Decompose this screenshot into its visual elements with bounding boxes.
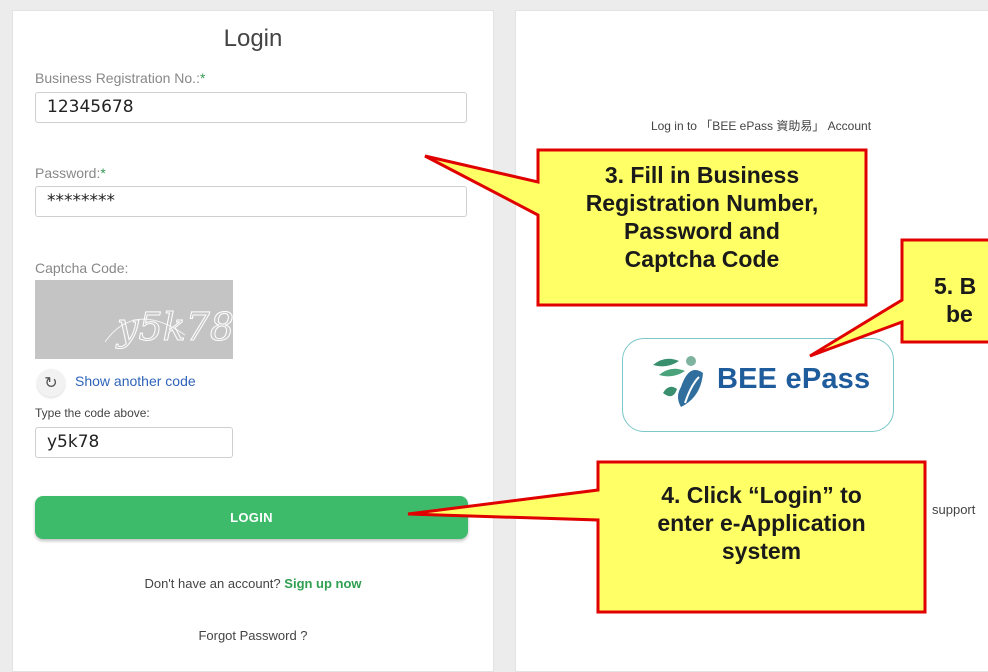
callout-step5-text: 5. B be [934,273,977,327]
callout-step3-text: 3. Fill in Business Registration Number,… [585,162,819,272]
callout-step4-text: 4. Click “Login” to enter e-Application … [657,482,866,564]
